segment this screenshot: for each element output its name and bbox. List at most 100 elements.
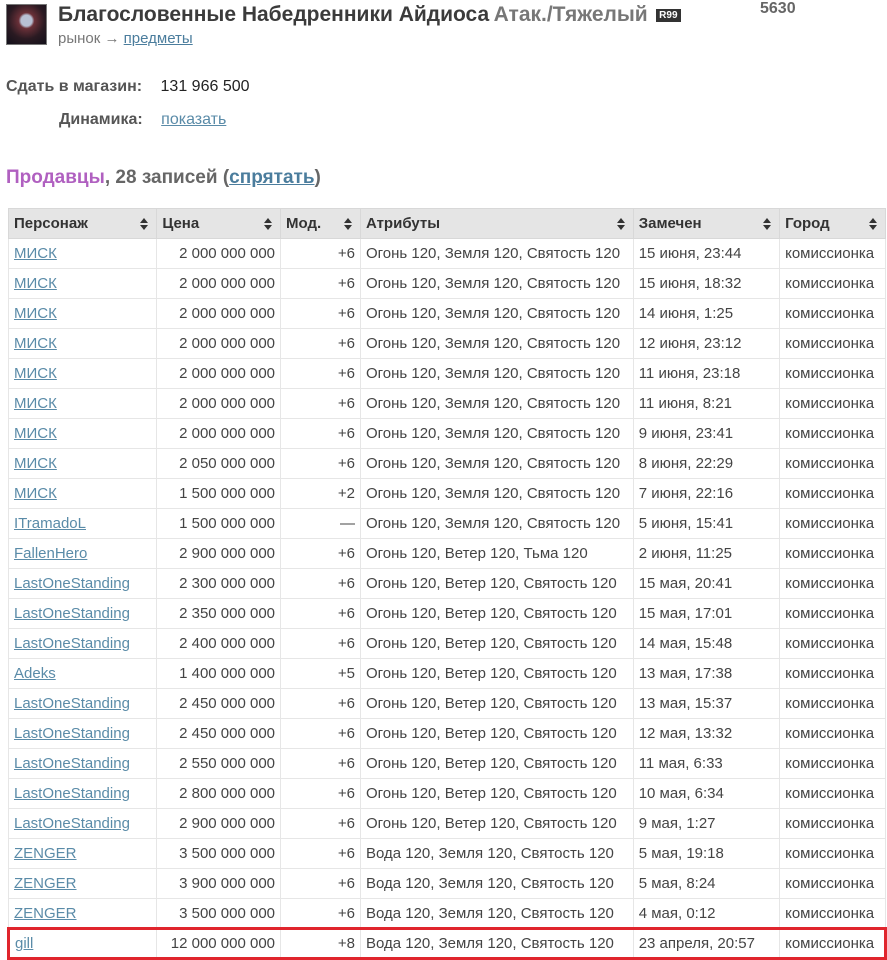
seller-name-link[interactable]: LastOneStanding [14,815,130,832]
seen-cell: 5 июня, 15:41 [632,508,781,539]
sort-icon [869,218,877,230]
seen-cell: 2 июня, 11:25 [632,538,781,569]
price-cell: 2 000 000 000 [156,418,282,449]
column-header-seen[interactable]: Замечен [632,208,781,239]
table-row: LastOneStanding 2 300 000 000 +6 Огонь 120,… [7,568,886,599]
seller-cell: FallenHero [7,538,158,569]
breadcrumb-arrow-icon: → [104,30,120,47]
column-header-label: Город [785,215,830,232]
seller-name-link[interactable]: ZENGER [14,845,77,862]
city-cell: комиссионка [779,478,886,509]
column-header-attributes[interactable]: Атрибуты [359,208,634,239]
price-cell: 2 000 000 000 [156,328,282,359]
price-cell: 3 900 000 000 [156,868,282,899]
seller-cell: ZENGER [7,868,158,899]
city-cell: комиссионка [779,538,886,569]
seen-cell: 10 мая, 6:34 [632,778,781,809]
mod-cell: +6 [280,808,361,839]
seller-cell: МИСК [7,268,158,299]
seller-name-link[interactable]: LastOneStanding [14,755,130,772]
seller-cell: LastOneStanding [7,748,158,779]
attributes-cell: Огонь 120, Ветер 120, Тьма 120 [359,538,634,569]
seller-cell: LastOneStanding [7,688,158,719]
price-cell: 2 450 000 000 [156,718,282,749]
seller-name-link[interactable]: gill [15,935,33,952]
table-row: LastOneStanding 2 450 000 000 +6 Огонь 120,… [7,718,886,749]
dynamics-show-link[interactable]: показать [161,111,226,128]
table-row: LastOneStanding 2 400 000 000 +6 Огонь 120,… [7,628,886,659]
breadcrumb-items-link[interactable]: предметы [124,30,193,47]
table-row: LastOneStanding 2 800 000 000 +6 Огонь 120,… [7,778,886,809]
city-cell: комиссионка [779,838,886,869]
seller-name-link[interactable]: МИСК [14,455,57,472]
seller-name-link[interactable]: LastOneStanding [14,725,130,742]
seller-name-link[interactable]: ZENGER [14,875,77,892]
table-row: LastOneStanding 2 450 000 000 +6 Огонь 120,… [7,688,886,719]
price-cell: 2 550 000 000 [156,748,282,779]
attributes-cell: Огонь 120, Земля 120, Святость 120 [359,448,634,479]
seller-name-link[interactable]: ITramadoL [14,515,86,532]
price-cell: 2 900 000 000 [156,808,282,839]
seller-name-link[interactable]: LastOneStanding [14,785,130,802]
column-header-mod[interactable]: Мод. [280,208,361,239]
seller-name-link[interactable]: LastOneStanding [14,575,130,592]
sellers-heading: Продавцы [6,167,105,188]
mod-cell: +8 [280,927,361,960]
seller-name-link[interactable]: FallenHero [14,545,87,562]
table-row: МИСК 1 500 000 000 +2 Огонь 120, Земля 120,… [7,478,886,509]
mod-cell: +5 [280,658,361,689]
seller-name-link[interactable]: МИСК [14,245,57,262]
hide-sellers-link[interactable]: спрятать [229,167,314,188]
seller-cell: МИСК [7,418,158,449]
attributes-cell: Огонь 120, Земля 120, Святость 120 [359,508,634,539]
seller-name-link[interactable]: МИСК [14,335,57,352]
seller-name-link[interactable]: ZENGER [14,905,77,922]
table-row: LastOneStanding 2 900 000 000 +6 Огонь 120,… [7,808,886,839]
column-header-city[interactable]: Город [779,208,886,239]
column-header-price[interactable]: Цена [156,208,282,239]
attributes-cell: Вода 120, Земля 120, Святость 120 [359,927,634,960]
mod-cell: +6 [280,358,361,389]
table-row: LastOneStanding 2 550 000 000 +6 Огонь 120,… [7,748,886,779]
seller-name-link[interactable]: LastOneStanding [14,635,130,652]
attributes-cell: Вода 120, Земля 120, Святость 120 [359,898,634,929]
table-row: LastOneStanding 2 350 000 000 +6 Огонь 120,… [7,598,886,629]
breadcrumb: рынок → предметы [58,30,193,47]
breadcrumb-root[interactable]: рынок [58,30,100,47]
mod-cell: +2 [280,478,361,509]
city-cell: комиссионка [779,898,886,929]
city-cell: комиссионка [779,688,886,719]
column-header-character[interactable]: Персонаж [7,208,158,239]
attributes-cell: Вода 120, Земля 120, Святость 120 [359,838,634,869]
attributes-cell: Огонь 120, Земля 120, Святость 120 [359,328,634,359]
seen-cell: 4 мая, 0:12 [632,898,781,929]
seller-name-link[interactable]: МИСК [14,425,57,442]
column-header-label: Мод. [286,215,322,232]
seller-name-link[interactable]: МИСК [14,365,57,382]
table-row: МИСК 2 000 000 000 +6 Огонь 120, Земля 120,… [7,298,886,329]
seller-name-link[interactable]: LastOneStanding [14,695,130,712]
seller-name-link[interactable]: МИСК [14,485,57,502]
city-cell: комиссионка [779,628,886,659]
price-cell: 2 800 000 000 [156,778,282,809]
seller-name-link[interactable]: МИСК [14,275,57,292]
price-cell: 2 000 000 000 [156,268,282,299]
seller-name-link[interactable]: МИСК [14,305,57,322]
seen-cell: 11 июня, 23:18 [632,358,781,389]
seller-cell: LastOneStanding [7,718,158,749]
sellers-table: Персонаж Цена Мод. Атрибуты Замечен Горо… [6,208,887,960]
item-type: Атак./Тяжелый [493,3,648,26]
item-id: 5630 [760,0,796,17]
seller-name-link[interactable]: МИСК [14,395,57,412]
seen-cell: 11 мая, 6:33 [632,748,781,779]
price-cell: 3 500 000 000 [156,898,282,929]
city-cell: комиссионка [779,508,886,539]
table-row: gill 12 000 000 000 +8 Вода 120, Земля 120,… [6,927,887,960]
mod-cell: +6 [280,688,361,719]
seen-cell: 12 мая, 13:32 [632,718,781,749]
seller-name-link[interactable]: LastOneStanding [14,605,130,622]
table-row: МИСК 2 000 000 000 +6 Огонь 120, Земля 120,… [7,388,886,419]
seller-name-link[interactable]: Adeks [14,665,56,682]
table-row: МИСК 2 000 000 000 +6 Огонь 120, Земля 120,… [7,238,886,269]
table-row: ZENGER 3 500 000 000 +6 Вода 120, Земля 120… [7,898,886,929]
